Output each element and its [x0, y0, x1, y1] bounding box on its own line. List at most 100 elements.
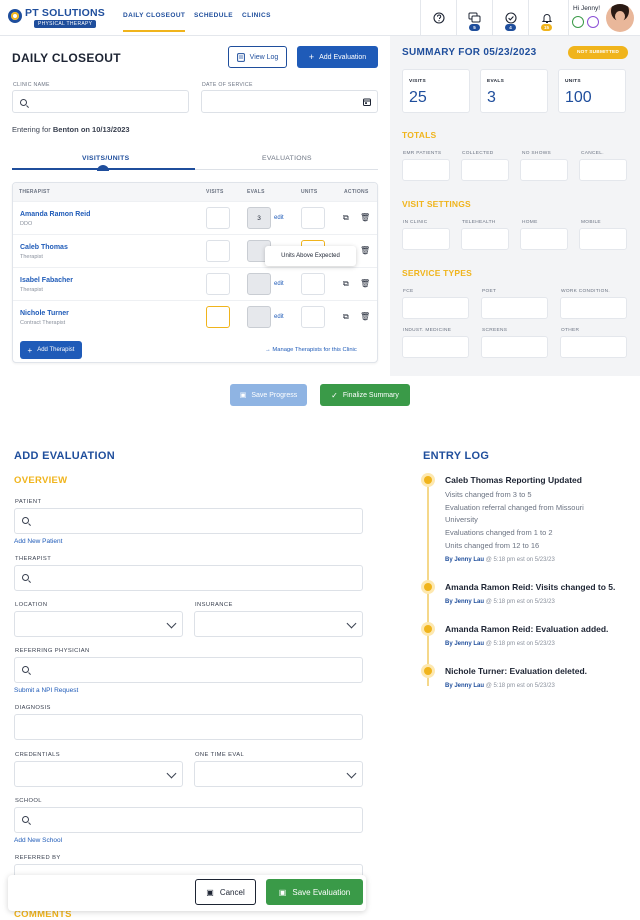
edit-evals-link[interactable]: edit: [274, 314, 284, 320]
no-shows-input[interactable]: [520, 159, 568, 181]
fce-input[interactable]: [402, 297, 469, 319]
add-evaluation-label: Add Evaluation: [319, 53, 367, 61]
patient-search-input[interactable]: [14, 508, 363, 534]
entry-time: @ 5:18 pm est on 5/23/23: [485, 557, 555, 563]
units-input[interactable]: [301, 207, 325, 229]
patient-label: PATIENT: [15, 499, 42, 505]
poet-input[interactable]: [481, 297, 548, 319]
edit-evals-link[interactable]: edit: [274, 281, 284, 287]
tasks-button[interactable]: 4: [492, 0, 528, 36]
view-log-button[interactable]: View Log: [228, 46, 287, 68]
school-label: SCHOOL: [15, 798, 42, 804]
trash-icon[interactable]: 🗑: [360, 213, 370, 222]
one-time-eval-select[interactable]: [194, 761, 363, 787]
entry-author: By Jenny Lau: [445, 557, 485, 563]
totals-label: COLLECTED: [462, 151, 494, 156]
manage-therapists-label: Manage Therapists for this Clinic: [272, 347, 357, 353]
npi-request-link[interactable]: Submit a NPI Request: [14, 687, 78, 694]
industrial-medicine-input[interactable]: [402, 336, 469, 358]
card-label: VISITS: [409, 79, 426, 84]
emr-patients-input[interactable]: [402, 159, 450, 181]
visits-input[interactable]: [206, 306, 230, 328]
trash-icon[interactable]: 🗑: [360, 312, 370, 321]
evals-input[interactable]: [247, 306, 271, 328]
in-clinic-input[interactable]: [402, 228, 450, 250]
plus-icon: +: [27, 345, 33, 355]
insurance-select[interactable]: [194, 611, 363, 637]
units-input[interactable]: [301, 273, 325, 295]
visits-input[interactable]: [206, 240, 230, 262]
clinic-search-input[interactable]: [12, 90, 189, 113]
therapist-name[interactable]: Nichole Turner: [20, 310, 69, 317]
date-of-service-input[interactable]: [201, 90, 378, 113]
date-of-service-label: DATE OF SERVICE: [202, 82, 253, 88]
finalize-summary-label: Finalize Summary: [342, 391, 399, 399]
notifications-button[interactable]: 15: [528, 0, 564, 36]
school-search-input[interactable]: [14, 807, 363, 833]
entry-byline: By Jenny Lau @ 5:18 pm est on 5/23/23: [445, 683, 555, 689]
save-evaluation-button[interactable]: ▣ Save Evaluation: [266, 879, 363, 905]
collected-input[interactable]: [461, 159, 509, 181]
telehealth-input[interactable]: [461, 228, 509, 250]
location-select[interactable]: [14, 611, 183, 637]
comment-icon[interactable]: ⧉: [343, 279, 349, 289]
nav-schedule[interactable]: SCHEDULE: [194, 12, 233, 19]
nav-daily-closeout[interactable]: DAILY CLOSEOUT: [123, 12, 186, 32]
entry-time: @ 5:18 pm est on 5/23/23: [485, 641, 555, 647]
trash-icon[interactable]: 🗑: [360, 279, 370, 288]
add-therapist-button[interactable]: + Add Therapist: [20, 341, 82, 359]
visits-input[interactable]: [206, 273, 230, 295]
comment-icon[interactable]: ⧉: [343, 213, 349, 223]
therapist-search-input[interactable]: [14, 565, 363, 591]
help-button[interactable]: [420, 0, 456, 36]
avatar[interactable]: [606, 4, 634, 32]
finalize-summary-button[interactable]: ✓ Finalize Summary: [320, 384, 410, 406]
edit-evals-link[interactable]: edit: [274, 215, 284, 221]
referring-physician-input[interactable]: [14, 657, 363, 683]
save-progress-button[interactable]: ▣ Save Progress: [230, 384, 307, 406]
card-value: 100: [565, 89, 592, 106]
therapist-name[interactable]: Isabel Fabacher: [20, 277, 73, 284]
add-evaluation-button[interactable]: + Add Evaluation: [297, 46, 378, 68]
cancel-button[interactable]: ▣ Cancel: [195, 879, 256, 905]
tab-visits-units[interactable]: VISITS/UNITS: [82, 155, 129, 162]
manage-therapists-link[interactable]: → Manage Therapists for this Clinic: [265, 347, 357, 353]
other-input[interactable]: [560, 336, 627, 358]
therapist-name[interactable]: Amanda Ramon Reid: [20, 211, 90, 218]
credentials-select[interactable]: [14, 761, 183, 787]
trash-icon[interactable]: 🗑: [360, 246, 370, 255]
entry-detail: University: [445, 515, 478, 524]
service-types-heading: SERVICE TYPES: [402, 268, 472, 278]
tab-evaluations[interactable]: EVALUATIONS: [262, 155, 312, 162]
comment-icon[interactable]: ⧉: [343, 312, 349, 322]
home-input[interactable]: [520, 228, 568, 250]
clinic-name-label: CLINIC NAME: [13, 82, 50, 88]
work-condition-input[interactable]: [560, 297, 627, 319]
units-input[interactable]: [301, 306, 325, 328]
table-row: Nichole Turner Contract Therapist edit ⧉…: [13, 300, 377, 333]
therapist-name[interactable]: Caleb Thomas: [20, 244, 68, 251]
profile-menu[interactable]: Hi Jenny!: [568, 0, 640, 36]
nav-clinics[interactable]: CLINICS: [242, 12, 271, 19]
entry-detail: Units changed from 12 to 16: [445, 541, 540, 550]
evals-input[interactable]: [247, 273, 271, 295]
save-icon: ▣: [239, 392, 247, 399]
card-label: UNITS: [565, 79, 581, 84]
diagnosis-input[interactable]: [14, 714, 363, 740]
calendar-icon: [363, 98, 371, 106]
column-header-therapist: THERAPIST: [19, 189, 51, 195]
messages-button[interactable]: 5: [456, 0, 492, 36]
mobile-input[interactable]: [579, 228, 627, 250]
visits-input[interactable]: [206, 207, 230, 229]
brand-name: PT SOLUTIONS: [25, 7, 105, 19]
cancel-label: Cancel: [219, 887, 245, 897]
evals-input[interactable]: 3: [247, 207, 271, 229]
add-new-school-link[interactable]: Add New School: [14, 837, 62, 844]
screens-input[interactable]: [481, 336, 548, 358]
chevron-down-icon: [346, 768, 357, 779]
entry-byline: By Jenny Lau @ 5:18 pm est on 5/23/23: [445, 641, 555, 647]
pt-solutions-logo[interactable]: PT SOLUTIONS PHYSICAL THERAPY: [8, 7, 105, 29]
add-new-patient-link[interactable]: Add New Patient: [14, 538, 62, 545]
view-log-label: View Log: [249, 53, 279, 61]
cancel-input[interactable]: [579, 159, 627, 181]
